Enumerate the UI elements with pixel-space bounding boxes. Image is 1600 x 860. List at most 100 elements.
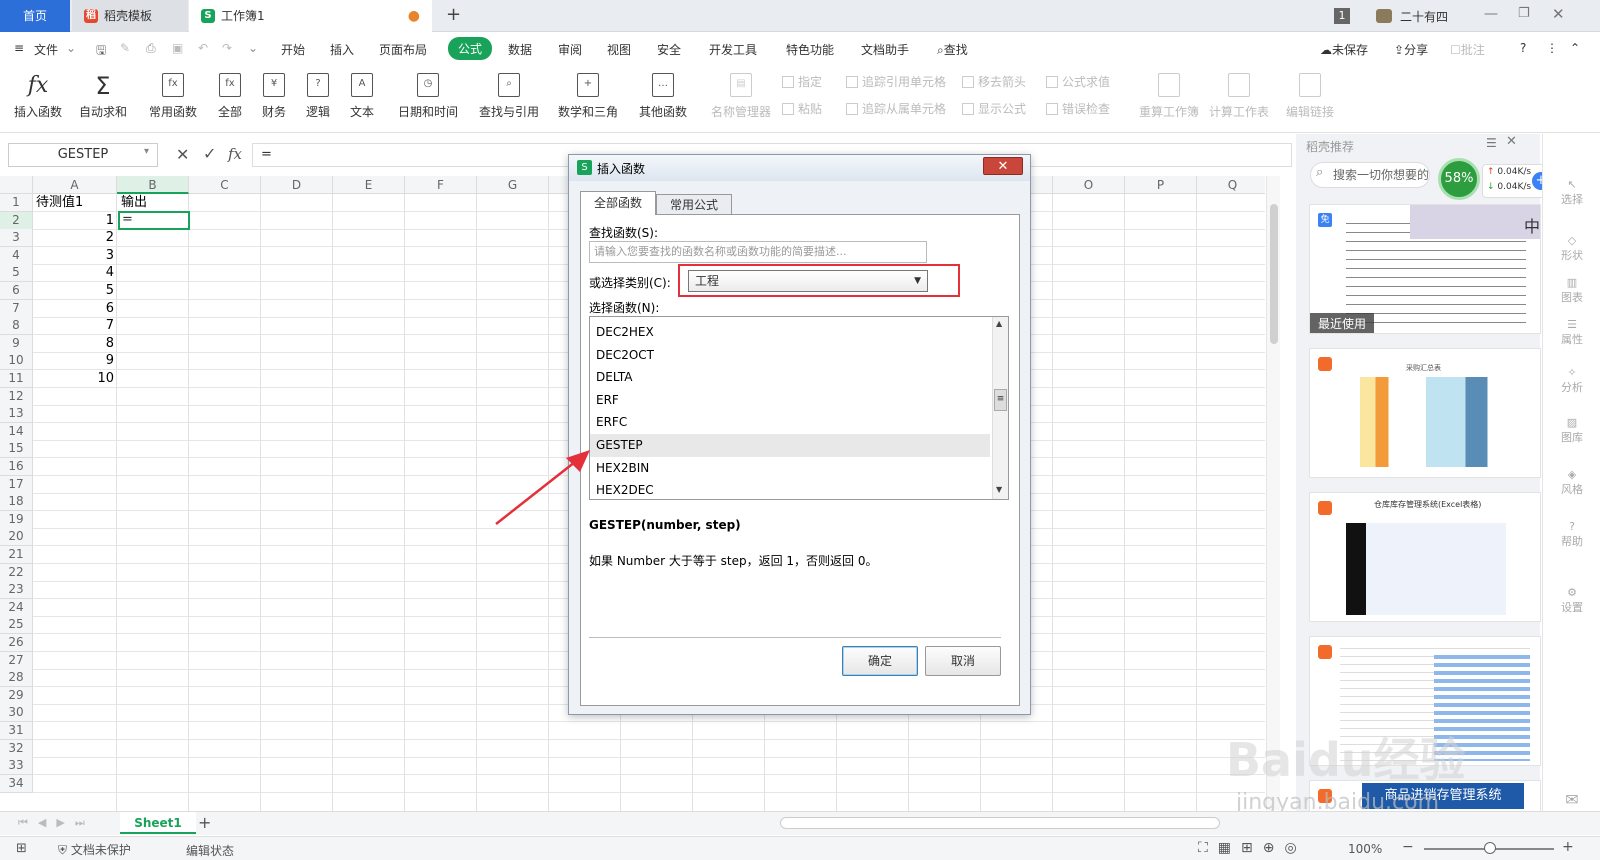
more-options-icon[interactable]: ⋮ bbox=[1546, 41, 1558, 55]
menu-security[interactable]: 安全 bbox=[657, 41, 681, 58]
category-select[interactable]: 工程 ▼ bbox=[688, 270, 928, 292]
row-header[interactable]: 29 bbox=[0, 686, 33, 705]
cell-a6[interactable]: 5 bbox=[33, 282, 117, 300]
error-check-button[interactable]: 错误检查 bbox=[1046, 100, 1110, 117]
name-box[interactable]: GESTEP bbox=[8, 143, 158, 167]
show-formulas-button[interactable]: 显示公式 bbox=[962, 100, 1026, 117]
menu-formula[interactable]: 公式 bbox=[448, 37, 493, 60]
chevron-down-icon[interactable]: ⌄ bbox=[66, 41, 76, 55]
column-header[interactable]: P bbox=[1125, 176, 1197, 194]
paste-name-button[interactable]: 粘贴 bbox=[782, 100, 822, 117]
zoom-out-icon[interactable]: − bbox=[1402, 839, 1414, 855]
menu-doc-assistant[interactable]: 文档助手 bbox=[861, 41, 909, 58]
logic-button[interactable]: ? 逻辑 bbox=[298, 69, 338, 120]
redo-icon[interactable]: ↷ bbox=[222, 41, 232, 55]
macro-icon[interactable]: ⊞ bbox=[16, 841, 27, 856]
cancel-formula-icon[interactable]: ✕ bbox=[176, 145, 189, 164]
row-header[interactable]: 18 bbox=[0, 493, 33, 512]
scroll-up-icon[interactable]: ▲ bbox=[996, 319, 1002, 328]
name-box-dropdown-icon[interactable]: ▾ bbox=[144, 146, 149, 157]
close-icon[interactable]: ✕ bbox=[1552, 5, 1565, 23]
save-icon[interactable]: 🖫 bbox=[96, 41, 106, 62]
row-header[interactable]: 17 bbox=[0, 475, 33, 494]
column-header[interactable]: B bbox=[117, 176, 189, 194]
panel-menu-icon[interactable]: ☰ bbox=[1486, 136, 1497, 150]
add-sheet-icon[interactable]: + bbox=[198, 813, 211, 832]
help-icon[interactable]: ? bbox=[1520, 41, 1526, 55]
row-header[interactable]: 10 bbox=[0, 352, 33, 371]
cell-b1[interactable]: 输出 bbox=[121, 194, 147, 212]
row-header[interactable]: 4 bbox=[0, 246, 33, 265]
datetime-button[interactable]: ◷ 日期和时间 bbox=[392, 69, 464, 120]
cell-a3[interactable]: 2 bbox=[33, 229, 117, 247]
menu-home[interactable]: 开始 bbox=[281, 41, 305, 58]
function-list-item[interactable]: DELTA bbox=[590, 366, 990, 389]
row-header[interactable]: 28 bbox=[0, 669, 33, 688]
tab-all-functions[interactable]: 全部函数 bbox=[580, 191, 656, 215]
print-icon[interactable]: ⎙ bbox=[146, 41, 156, 56]
row-header[interactable]: 14 bbox=[0, 422, 33, 441]
menu-developer[interactable]: 开发工具 bbox=[709, 41, 757, 58]
trace-dependents-button[interactable]: 追踪从属单元格 bbox=[846, 100, 946, 117]
row-header[interactable]: 6 bbox=[0, 282, 33, 300]
row-header[interactable]: 9 bbox=[0, 334, 33, 353]
search-function-input[interactable]: 请输入您要查找的函数名称或函数功能的简要描述... bbox=[589, 241, 927, 263]
row-header[interactable]: 34 bbox=[0, 774, 33, 793]
window-count-badge[interactable]: 1 bbox=[1334, 8, 1350, 24]
function-list-item[interactable]: GESTEP bbox=[590, 434, 990, 457]
vertical-scrollbar[interactable] bbox=[1266, 176, 1280, 810]
function-list-item[interactable]: DEC2HEX bbox=[590, 321, 990, 344]
math-button[interactable]: + 数学和三角 bbox=[552, 69, 624, 120]
new-tab-button[interactable]: + bbox=[446, 4, 461, 25]
row-header[interactable]: 3 bbox=[0, 229, 33, 248]
evaluate-formula-button[interactable]: 公式求值 bbox=[1046, 73, 1110, 90]
dialog-titlebar[interactable]: S 插入函数 ✕ bbox=[569, 155, 1030, 181]
sidebar-item-chart[interactable]: ▥ 图表 bbox=[1543, 276, 1600, 305]
function-list-item[interactable]: DEC2OCT bbox=[590, 344, 990, 367]
row-header[interactable]: 1 bbox=[0, 194, 33, 212]
memory-percent-badge[interactable]: 58% bbox=[1438, 158, 1480, 200]
trace-precedents-button[interactable]: 追踪引用单元格 bbox=[846, 73, 946, 90]
row-header[interactable]: 11 bbox=[0, 370, 33, 388]
user-name[interactable]: 二十有四 bbox=[1400, 8, 1448, 25]
cell-a10[interactable]: 9 bbox=[33, 352, 117, 370]
sidebar-item-style[interactable]: ◈ 风格 bbox=[1543, 468, 1600, 497]
ok-button[interactable]: 确定 bbox=[842, 646, 918, 676]
function-list-item[interactable]: ERFC bbox=[590, 411, 990, 434]
format-painter-icon[interactable]: ✎ bbox=[120, 41, 130, 55]
cell-a9[interactable]: 8 bbox=[33, 335, 117, 353]
panel-search-input[interactable]: 搜索一切你想要的 bbox=[1310, 162, 1430, 188]
sidebar-item-properties[interactable]: ☰ 属性 bbox=[1543, 318, 1600, 347]
protection-status[interactable]: ⛨ 文档未保护 bbox=[58, 841, 131, 858]
hamburger-icon[interactable]: ≡ bbox=[14, 41, 24, 55]
cell-a4[interactable]: 3 bbox=[33, 247, 117, 265]
ime-indicator[interactable]: 中 bbox=[1524, 213, 1540, 237]
menu-page-layout[interactable]: 页面布局 bbox=[379, 41, 427, 58]
row-header[interactable]: 24 bbox=[0, 598, 33, 617]
column-header[interactable]: E bbox=[333, 176, 405, 194]
row-header[interactable]: 25 bbox=[0, 616, 33, 635]
menu-search[interactable]: ⌕查找 bbox=[937, 41, 968, 58]
text-functions-button[interactable]: A 文本 bbox=[342, 69, 382, 120]
column-header[interactable]: C bbox=[189, 176, 261, 194]
row-header[interactable]: 26 bbox=[0, 634, 33, 652]
horizontal-scrollbar[interactable] bbox=[780, 817, 1220, 829]
sidebar-item-select[interactable]: ↖ 选择 bbox=[1543, 178, 1600, 207]
column-header[interactable]: D bbox=[261, 176, 333, 194]
menu-special[interactable]: 特色功能 bbox=[786, 41, 834, 58]
function-list-item[interactable]: HEX2DEC bbox=[590, 479, 990, 499]
calc-sheet-button[interactable]: 计算工作表 bbox=[1208, 69, 1270, 120]
specify-button[interactable]: 指定 bbox=[782, 73, 822, 90]
row-header[interactable]: 30 bbox=[0, 704, 33, 723]
quick-access-chevron-icon[interactable]: ⌄ bbox=[248, 41, 258, 55]
confirm-formula-icon[interactable]: ✓ bbox=[203, 144, 216, 163]
cell-a11[interactable]: 10 bbox=[33, 370, 117, 388]
menu-review[interactable]: 审阅 bbox=[558, 41, 582, 58]
row-header[interactable]: 15 bbox=[0, 440, 33, 459]
row-header[interactable]: 16 bbox=[0, 458, 33, 476]
list-scrollbar[interactable]: ▲ ≡ ▼ bbox=[992, 317, 1008, 499]
row-header[interactable]: 7 bbox=[0, 299, 33, 318]
column-header[interactable]: Q bbox=[1197, 176, 1265, 194]
row-header[interactable]: 31 bbox=[0, 722, 33, 740]
column-header[interactable]: G bbox=[477, 176, 549, 194]
